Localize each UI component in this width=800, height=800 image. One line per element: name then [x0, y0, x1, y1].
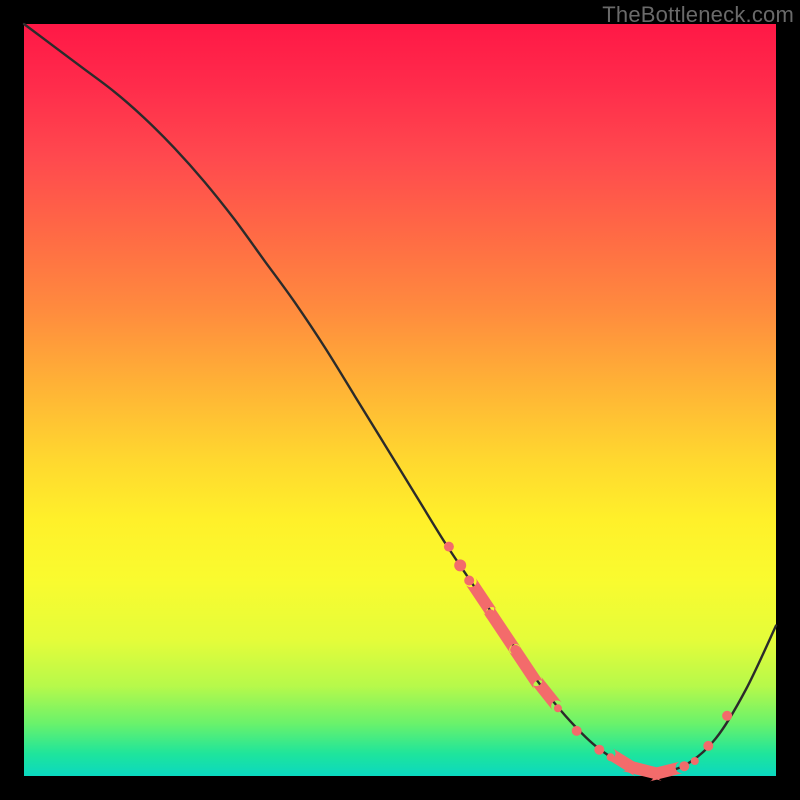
data-marker — [703, 741, 713, 751]
data-marker — [554, 704, 562, 712]
data-marker — [722, 711, 732, 721]
data-marker — [454, 559, 466, 571]
data-marker — [679, 761, 689, 771]
data-marker — [572, 726, 582, 736]
data-marker — [444, 542, 454, 552]
data-marker — [691, 757, 699, 765]
data-marker — [464, 576, 474, 586]
bottleneck-curve — [24, 24, 776, 772]
plot-area — [24, 24, 776, 776]
data-marker — [594, 745, 604, 755]
chart-svg — [24, 24, 776, 776]
chart-frame: TheBottleneck.com — [0, 0, 800, 800]
data-markers — [444, 542, 732, 782]
